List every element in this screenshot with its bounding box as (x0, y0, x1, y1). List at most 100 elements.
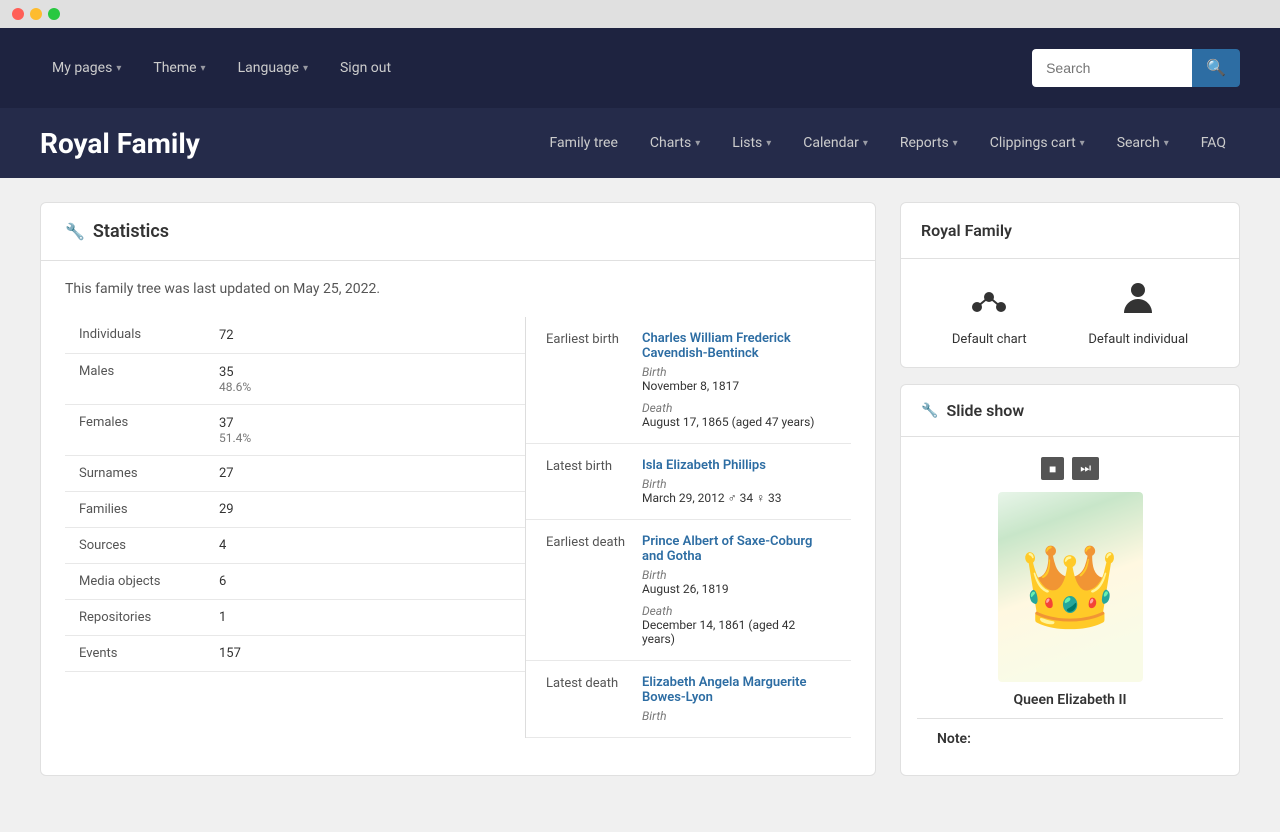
nav-faq-label: FAQ (1201, 135, 1226, 151)
stat-families: Families 29 (65, 492, 525, 528)
stat-individuals-label: Individuals (79, 327, 219, 342)
nav-reports[interactable]: Reports ▾ (886, 127, 972, 159)
stat-repos-label: Repositories (79, 610, 219, 625)
stat-surnames-value: 27 (219, 466, 234, 481)
stat-events-value: 157 (219, 646, 241, 661)
language-menu[interactable]: Language ▾ (226, 52, 320, 84)
nav-reports-label: Reports (900, 135, 949, 151)
event-earliest-death-name[interactable]: Prince Albert of Saxe-Coburg and Gotha (642, 534, 831, 564)
default-individual-label: Default individual (1088, 332, 1188, 347)
slideshow-body: ■ ⏭ 👑 Queen Elizabeth II Note: (901, 437, 1239, 775)
event-earliest-death-date: December 14, 1861 (aged 42 years) (642, 618, 831, 646)
royal-family-header: Royal Family (901, 203, 1239, 259)
slideshow-image: 👑 (998, 492, 1143, 682)
nav-family-tree[interactable]: Family tree (536, 127, 632, 159)
nav-calendar-label: Calendar (803, 135, 859, 151)
nav-search[interactable]: Search ▾ (1103, 127, 1183, 159)
titlebar (0, 0, 1280, 28)
slideshow-header: 🔧 Slide show (901, 385, 1239, 437)
slideshow-card: 🔧 Slide show ■ ⏭ 👑 Queen Elizabeth II No… (900, 384, 1240, 776)
event-latest-birth-label: Birth (642, 477, 831, 491)
note-section: Note: (917, 718, 1223, 759)
top-nav-left: My pages ▾ Theme ▾ Language ▾ Sign out (40, 52, 403, 84)
nav-calendar[interactable]: Calendar ▾ (789, 127, 882, 159)
statistics-header: 🔧 Statistics (41, 203, 875, 261)
chart-icon (971, 279, 1007, 322)
brand-nav-items: Family tree Charts ▾ Lists ▾ Calendar ▾ … (536, 127, 1240, 159)
my-pages-menu[interactable]: My pages ▾ (40, 52, 133, 84)
event-latest-death: Latest death Elizabeth Angela Marguerite… (526, 661, 851, 738)
nav-faq[interactable]: FAQ (1187, 127, 1240, 159)
search-input[interactable] (1032, 49, 1192, 87)
stat-males: Males 35 48.6% (65, 354, 525, 405)
minimize-button[interactable] (30, 8, 42, 20)
brand-title: Royal Family (40, 127, 200, 160)
default-options: Default chart Default individual (901, 259, 1239, 367)
calendar-chevron: ▾ (863, 138, 868, 149)
royal-family-card: Royal Family Default chart (900, 202, 1240, 368)
stat-individuals: Individuals 72 (65, 317, 525, 354)
event-latest-death-details: Elizabeth Angela Marguerite Bowes-Lyon B… (642, 675, 831, 723)
nav-clippings-cart-label: Clippings cart (990, 135, 1076, 151)
clippings-chevron: ▾ (1080, 138, 1085, 149)
event-earliest-birth-details: Charles William Frederick Cavendish-Bent… (642, 331, 831, 429)
right-sidebar: Royal Family Default chart (900, 202, 1240, 776)
stat-individuals-value: 72 (219, 328, 234, 343)
default-chart-option[interactable]: Default chart (952, 279, 1027, 347)
note-label: Note: (937, 731, 971, 747)
maximize-button[interactable] (48, 8, 60, 20)
sign-out-button[interactable]: Sign out (328, 52, 403, 84)
nav-charts-label: Charts (650, 135, 691, 151)
brand-nav: Royal Family Family tree Charts ▾ Lists … (0, 108, 1280, 178)
search-button[interactable]: 🔍 (1192, 49, 1240, 87)
stat-families-value: 29 (219, 502, 234, 517)
close-button[interactable] (12, 8, 24, 20)
royal-family-title: Royal Family (921, 221, 1012, 240)
my-pages-chevron: ▾ (116, 63, 121, 74)
event-earliest-death: Earliest death Prince Albert of Saxe-Cob… (526, 520, 851, 661)
event-earliest-death-type: Earliest death (546, 534, 626, 646)
stat-sources-value: 4 (219, 538, 226, 553)
main-content: 🔧 Statistics This family tree was last u… (0, 178, 1280, 800)
event-latest-death-type: Latest death (546, 675, 626, 723)
stat-surnames: Surnames 27 (65, 456, 525, 492)
stats-right: Earliest birth Charles William Frederick… (525, 317, 851, 738)
last-updated-text: This family tree was last updated on May… (65, 281, 851, 297)
stat-repos: Repositories 1 (65, 600, 525, 636)
event-latest-birth-name[interactable]: Isla Elizabeth Phillips (642, 458, 831, 473)
nav-lists[interactable]: Lists ▾ (718, 127, 785, 159)
nav-clippings-cart[interactable]: Clippings cart ▾ (976, 127, 1099, 159)
theme-menu[interactable]: Theme ▾ (141, 52, 217, 84)
event-earliest-birth: Earliest birth Charles William Frederick… (526, 317, 851, 444)
event-latest-death-name[interactable]: Elizabeth Angela Marguerite Bowes-Lyon (642, 675, 831, 705)
language-label: Language (238, 60, 299, 76)
stat-media-label: Media objects (79, 574, 219, 589)
nav-family-tree-label: Family tree (550, 135, 618, 151)
default-individual-option[interactable]: Default individual (1088, 279, 1188, 347)
event-earliest-birth-date: November 8, 1817 (642, 379, 831, 393)
sign-out-label: Sign out (340, 60, 391, 76)
search-nav-chevron: ▾ (1164, 138, 1169, 149)
nav-charts[interactable]: Charts ▾ (636, 127, 714, 159)
top-nav: My pages ▾ Theme ▾ Language ▾ Sign out 🔍 (0, 28, 1280, 108)
event-earliest-death-birth-date: August 26, 1819 (642, 582, 831, 596)
person-icon (1120, 279, 1156, 322)
slide-next-button[interactable]: ⏭ (1072, 457, 1099, 480)
stat-families-label: Families (79, 502, 219, 517)
event-earliest-birth-death-date: August 17, 1865 (aged 47 years) (642, 415, 831, 429)
stat-males-pct: 48.6% (219, 380, 251, 394)
slideshow-title: Slide show (946, 401, 1024, 420)
event-earliest-birth-name[interactable]: Charles William Frederick Cavendish-Bent… (642, 331, 831, 361)
event-earliest-birth-death-label: Death (642, 401, 831, 415)
event-latest-death-birth-label: Birth (642, 709, 831, 723)
stat-sources: Sources 4 (65, 528, 525, 564)
stat-surnames-label: Surnames (79, 466, 219, 481)
my-pages-label: My pages (52, 60, 112, 76)
stat-females-label: Females (79, 415, 219, 430)
event-latest-birth: Latest birth Isla Elizabeth Phillips Bir… (526, 444, 851, 520)
stat-media: Media objects 6 (65, 564, 525, 600)
slide-stop-button[interactable]: ■ (1041, 457, 1064, 480)
stat-females-pct: 51.4% (219, 431, 251, 445)
language-chevron: ▾ (303, 63, 308, 74)
wrench-icon: 🔧 (65, 222, 85, 241)
